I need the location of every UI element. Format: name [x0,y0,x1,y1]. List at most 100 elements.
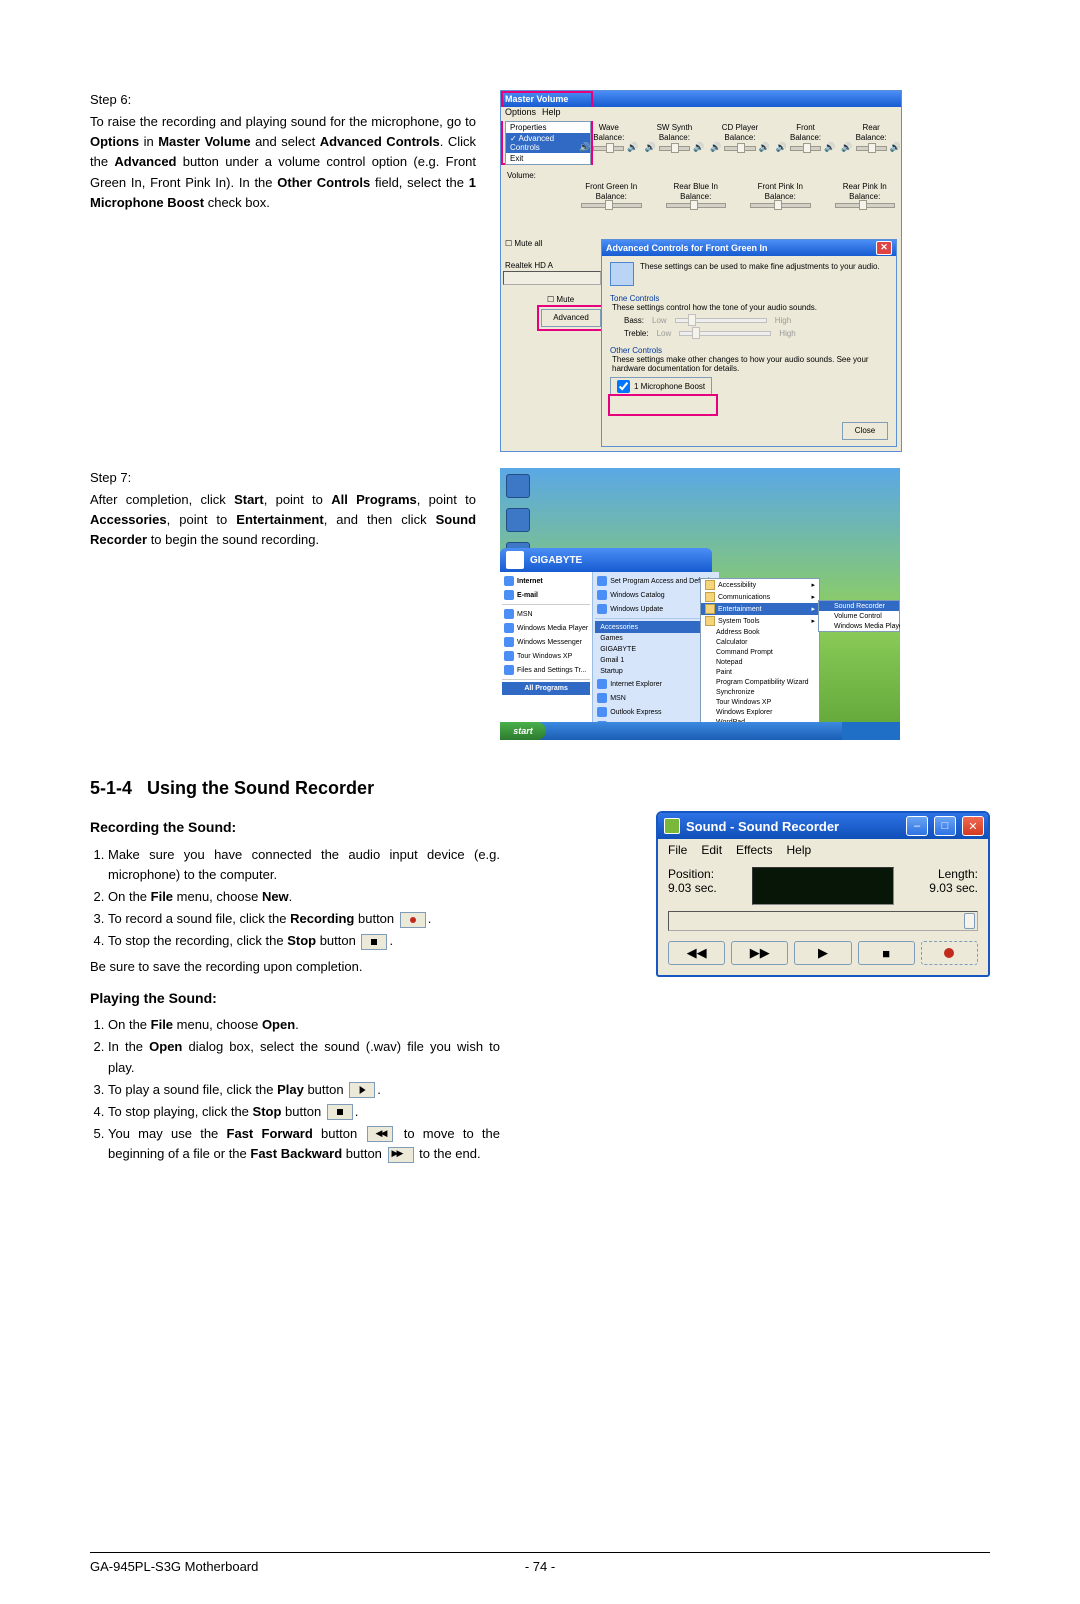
submenu-item[interactable]: Address Book [701,627,819,637]
adv-intro-row: These settings can be used to make fine … [610,262,888,286]
menu-options[interactable]: Options [505,107,536,121]
l: GIGABYTE [600,646,636,653]
menu-help[interactable]: Help [542,107,561,121]
mic-boost-input[interactable] [617,380,630,393]
accessories-item[interactable]: Accessories▸ [595,621,717,633]
all-programs-button[interactable]: All Programs [502,682,590,695]
startmenu-item[interactable]: Set Program Access and Defaults [595,574,717,588]
submenu-item[interactable]: Calculator [701,637,819,647]
l: E-mail [517,592,538,599]
mute-all-checkbox[interactable]: ☐ Mute all [505,239,542,248]
submenu-item[interactable]: Accessibility▸ [701,579,819,591]
l: Address Book [716,629,760,636]
recycle-bin-icon[interactable] [506,474,530,498]
startmenu-item[interactable]: E-mail [502,588,590,602]
sound-recorder-item[interactable]: Sound Recorder [819,601,899,611]
startmenu-item[interactable]: Windows Media Player [502,621,590,635]
close-button[interactable]: ✕ [962,816,984,836]
balance-slider[interactable] [593,146,624,151]
list-item: On the File menu, choose Open. [108,1015,500,1035]
startmenu-item[interactable]: Files and Settings Tr... [502,663,590,677]
app-icon [705,688,713,696]
l: Synchronize [716,689,755,696]
playing-heading: Playing the Sound: [90,988,500,1010]
startmenu-item[interactable]: Outlook Express [595,705,717,719]
submenu-item[interactable]: Tour Windows XP [701,697,819,707]
close-button[interactable]: Close [842,422,888,440]
list-item: To play a sound file, click the Play but… [108,1080,500,1100]
balance-slider[interactable] [750,203,811,208]
bass-slider[interactable] [675,318,767,323]
slider-thumb[interactable] [964,913,975,929]
n: SW Synth [645,123,705,132]
dropdown-exit[interactable]: Exit [506,153,590,164]
mute-checkbox[interactable]: ☐ Mute [547,295,574,304]
startmenu-item[interactable]: Startup [595,666,717,677]
balance-slider[interactable] [666,203,727,208]
l: Calculator [716,639,748,646]
submenu-item[interactable]: Program Compatibility Wizard [701,677,819,687]
balance-slider[interactable] [659,146,690,151]
balance-slider[interactable] [790,146,821,151]
submenu-item[interactable]: Communications▸ [701,591,819,603]
treble-slider[interactable] [679,331,771,336]
submenu-item[interactable]: Command Prompt [701,647,819,657]
record-button[interactable] [921,941,978,965]
submenu-item[interactable]: Synchronize [701,687,819,697]
entertainment-submenu: Sound Recorder Volume Control Windows Me… [818,600,900,632]
menu-effects[interactable]: Effects [736,843,772,857]
adv-body: These settings can be used to make fine … [602,256,896,402]
startmenu-item[interactable]: Windows Messenger [502,635,590,649]
submenu-item[interactable]: Volume Control [819,611,899,621]
position-slider[interactable] [668,911,978,931]
startmenu-item[interactable]: Games [595,633,717,644]
submenu-item[interactable]: Paint [701,667,819,677]
submenu-item[interactable]: Windows Explorer [701,707,819,717]
seek-end-button[interactable]: ▶▶ [731,941,788,965]
play-button[interactable]: ▶ [794,941,851,965]
balance-slider[interactable] [856,146,887,151]
startmenu-item[interactable]: Windows Update [595,602,717,616]
seek-start-button[interactable]: ◀◀ [668,941,725,965]
startmenu-item[interactable]: Tour Windows XP [502,649,590,663]
maximize-button[interactable]: □ [934,816,956,836]
system-tray[interactable] [842,722,900,740]
startmenu-item[interactable]: Internet Explorer [595,677,717,691]
menu-help[interactable]: Help [787,843,812,857]
entertainment-item[interactable]: Entertainment▸ [701,603,819,615]
mv-menubar: Options Help [501,107,901,121]
balance-slider[interactable] [724,146,755,151]
step7-text: Step 7: After completion, click Start, p… [90,468,476,740]
startmenu-item[interactable]: MSN [502,607,590,621]
l: Windows Media Player [834,623,900,630]
username: GIGABYTE [530,555,582,566]
n: Rear Blue In [664,182,729,191]
balance-slider[interactable] [835,203,896,208]
startmenu-item[interactable]: Windows Catalog [595,588,717,602]
menu-file[interactable]: File [668,843,687,857]
close-icon[interactable]: ✕ [876,241,892,255]
stop-button[interactable]: ■ [858,941,915,965]
dropdown-advanced-controls[interactable]: ✓ Advanced Controls [506,133,590,153]
submenu-item[interactable]: System Tools▸ [701,615,819,627]
startmenu-item[interactable]: MSN [595,691,717,705]
list-item: You may use the Fast Forward button to m… [108,1124,500,1164]
h-scrollbar[interactable] [503,271,601,285]
menu-edit[interactable]: Edit [701,843,722,857]
t: . [355,1104,359,1119]
startmenu-item[interactable]: GIGABYTE [595,644,717,655]
startmenu-panel: Internet E-mail MSN Windows Media Player… [500,572,700,722]
minimize-button[interactable]: ‒ [906,816,928,836]
startmenu-item[interactable]: Gmail 1 [595,655,717,666]
desktop-icon[interactable] [506,508,530,532]
l: Windows Messenger [517,639,582,646]
balance-slider[interactable] [581,203,642,208]
startmenu-item[interactable]: Internet [502,574,590,588]
start-button[interactable]: start [500,722,546,740]
submenu-item[interactable]: Windows Media Player [819,621,899,631]
seek-start-icon: ◀◀ [687,945,707,961]
list-item: To stop playing, click the Stop button . [108,1102,500,1122]
t: field, select the [370,175,469,190]
dropdown-properties[interactable]: Properties [506,122,590,133]
submenu-item[interactable]: Notepad [701,657,819,667]
